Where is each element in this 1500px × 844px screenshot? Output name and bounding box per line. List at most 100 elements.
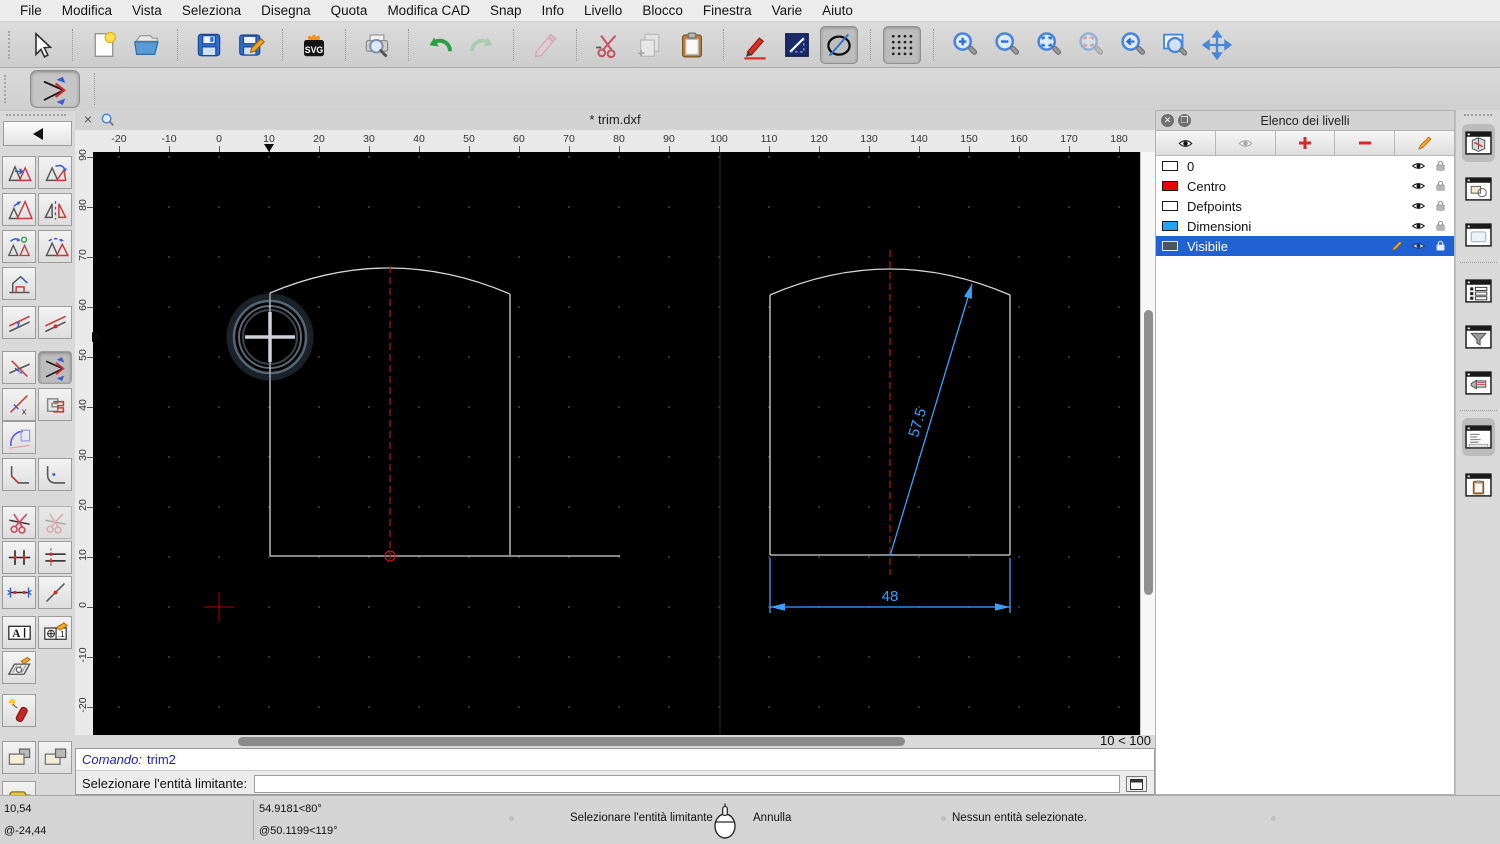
entity-list-window-button[interactable] — [1462, 272, 1495, 310]
tool-hatch-edit-button[interactable] — [2, 651, 36, 684]
layer-lock-icon[interactable] — [1434, 159, 1447, 176]
command-input[interactable] — [254, 775, 1120, 793]
palette-back-button[interactable] — [3, 121, 72, 146]
tool-offset-point-button[interactable] — [38, 306, 72, 339]
tool-order-front-button[interactable] — [2, 741, 36, 774]
menu-seleziona[interactable]: Seleziona — [172, 3, 251, 18]
layer-list-window-button[interactable] — [1462, 124, 1495, 162]
tool-paint-roller-button[interactable] — [2, 781, 36, 795]
new-file-button[interactable] — [85, 26, 123, 64]
layer-row-centro[interactable]: Centro — [1156, 176, 1454, 196]
vertical-scrollbar-thumb[interactable] — [1144, 310, 1153, 595]
copy-button[interactable] — [631, 26, 669, 64]
ellipse-line-button[interactable] — [820, 25, 858, 64]
draw-pen-button[interactable] — [736, 26, 774, 64]
clipboard-window-button[interactable] — [1462, 466, 1495, 504]
panel-close-icon[interactable]: ✕ — [1161, 114, 1174, 127]
layer-lock-icon[interactable] — [1434, 179, 1447, 196]
menu-info[interactable]: Info — [532, 3, 575, 18]
tool-cut-entity-button[interactable] — [2, 506, 36, 539]
remove-layer-minus-button[interactable] — [1335, 131, 1396, 155]
cut-button[interactable] — [589, 26, 627, 64]
tool-bevel-button[interactable] — [2, 458, 36, 491]
command-line-window-button[interactable] — [1462, 418, 1495, 456]
zoom-in-button[interactable] — [946, 26, 984, 64]
dimension-radial[interactable]: 57.5 — [889, 283, 973, 557]
tool-edit-point-button[interactable]: .1 — [38, 616, 72, 649]
zoom-pan-button[interactable] — [1198, 26, 1236, 64]
zoom-selected-button[interactable] — [1072, 26, 1110, 64]
tool-divide-2-button[interactable] — [38, 541, 72, 574]
layer-visibility-eye-icon[interactable] — [1410, 159, 1427, 176]
layer-row-0[interactable]: 0 — [1156, 156, 1454, 176]
left-shape-outline[interactable] — [269, 267, 620, 557]
menu-finestra[interactable]: Finestra — [693, 3, 762, 18]
zoom-auto-button[interactable] — [1030, 26, 1068, 64]
tool-divide-button[interactable] — [2, 541, 36, 574]
left-shape-centerline[interactable] — [384, 266, 396, 562]
toolbar-drag-handle[interactable] — [4, 75, 8, 103]
menu-snap[interactable]: Snap — [480, 3, 532, 18]
save-as-button[interactable] — [232, 26, 270, 64]
zoom-window-button[interactable] — [1156, 26, 1194, 64]
menu-livello[interactable]: Livello — [574, 3, 632, 18]
show-all-layers-eye-button[interactable] — [1156, 131, 1216, 155]
tool-modify-misc-button[interactable] — [2, 267, 36, 300]
undo-button[interactable] — [421, 26, 459, 64]
palette-drag-handle[interactable] — [6, 114, 66, 116]
dimension-horizontal[interactable]: 48 — [769, 558, 1011, 613]
delete-eraser-button[interactable] — [526, 26, 564, 64]
tool-offset-button[interactable] — [2, 306, 36, 339]
zoom-out-button[interactable] — [988, 26, 1026, 64]
explorer-window-button[interactable] — [1462, 364, 1495, 402]
horizontal-scrollbar-thumb[interactable] — [238, 737, 905, 746]
layer-visibility-eye-icon[interactable] — [1410, 219, 1427, 236]
tool-trim-button[interactable] — [2, 351, 36, 384]
tool-text-edit-button[interactable]: A — [2, 616, 36, 649]
menu-disegna[interactable]: Disegna — [251, 3, 321, 18]
layer-row-defpoints[interactable]: Defpoints — [1156, 196, 1454, 216]
print-preview-button[interactable] — [358, 26, 396, 64]
tool-cut-entity-2-button[interactable] — [38, 506, 72, 539]
tool-rotate-two-button[interactable] — [2, 230, 36, 263]
panel-undock-icon[interactable]: ❐ — [1178, 114, 1191, 127]
layer-visibility-eye-icon[interactable] — [1410, 239, 1427, 256]
command-window-toggle-button[interactable] — [1126, 776, 1147, 792]
menu-varie[interactable]: Varie — [762, 3, 813, 18]
line-tool-button[interactable] — [778, 26, 816, 64]
dock-drag-handle[interactable] — [1464, 114, 1492, 116]
zoom-previous-button[interactable] — [1114, 26, 1152, 64]
layer-row-visibile[interactable]: Visibile — [1156, 236, 1454, 256]
layer-row-dimensioni[interactable]: Dimensioni — [1156, 216, 1454, 236]
menu-blocco[interactable]: Blocco — [632, 3, 693, 18]
menu-modifica-cad[interactable]: Modifica CAD — [377, 3, 480, 18]
edit-layer-pencil-button[interactable] — [1395, 131, 1454, 155]
tool-rotate-button[interactable] — [38, 156, 72, 189]
tool-trim-amount-button[interactable]: x — [2, 388, 36, 421]
save-button[interactable] — [190, 26, 228, 64]
paste-button[interactable] — [673, 26, 711, 64]
menu-aiuto[interactable]: Aiuto — [812, 3, 863, 18]
select-arrow-button[interactable] — [22, 26, 60, 64]
layer-lock-icon[interactable] — [1434, 199, 1447, 216]
menu-modifica[interactable]: Modifica — [52, 3, 122, 18]
tool-polyline-trim-button[interactable] — [38, 388, 72, 421]
menu-file[interactable]: File — [10, 3, 52, 18]
active-tool-trim-two-button[interactable] — [30, 70, 80, 108]
canvas-vertical-scrollbar[interactable] — [1140, 152, 1155, 735]
layer-visibility-eye-icon[interactable] — [1410, 199, 1427, 216]
tool-arc-modify-button[interactable] — [2, 421, 36, 454]
tool-stretch-button[interactable] — [2, 576, 36, 609]
tool-order-back-button[interactable] — [38, 741, 72, 774]
svg-export-button[interactable]: SVG — [295, 26, 333, 64]
tool-revert-direction-button[interactable] — [38, 230, 72, 263]
redo-button[interactable] — [463, 26, 501, 64]
layer-lock-icon[interactable] — [1434, 219, 1447, 236]
layer-filter-window-button[interactable] — [1462, 318, 1495, 356]
tool-move-button[interactable] — [2, 156, 36, 189]
grid-button[interactable] — [883, 25, 921, 64]
hide-all-layers-eye-button[interactable] — [1215, 131, 1276, 155]
menu-vista[interactable]: Vista — [122, 3, 172, 18]
layer-lock-icon[interactable] — [1434, 239, 1447, 256]
tool-fillet-button[interactable] — [38, 458, 72, 491]
